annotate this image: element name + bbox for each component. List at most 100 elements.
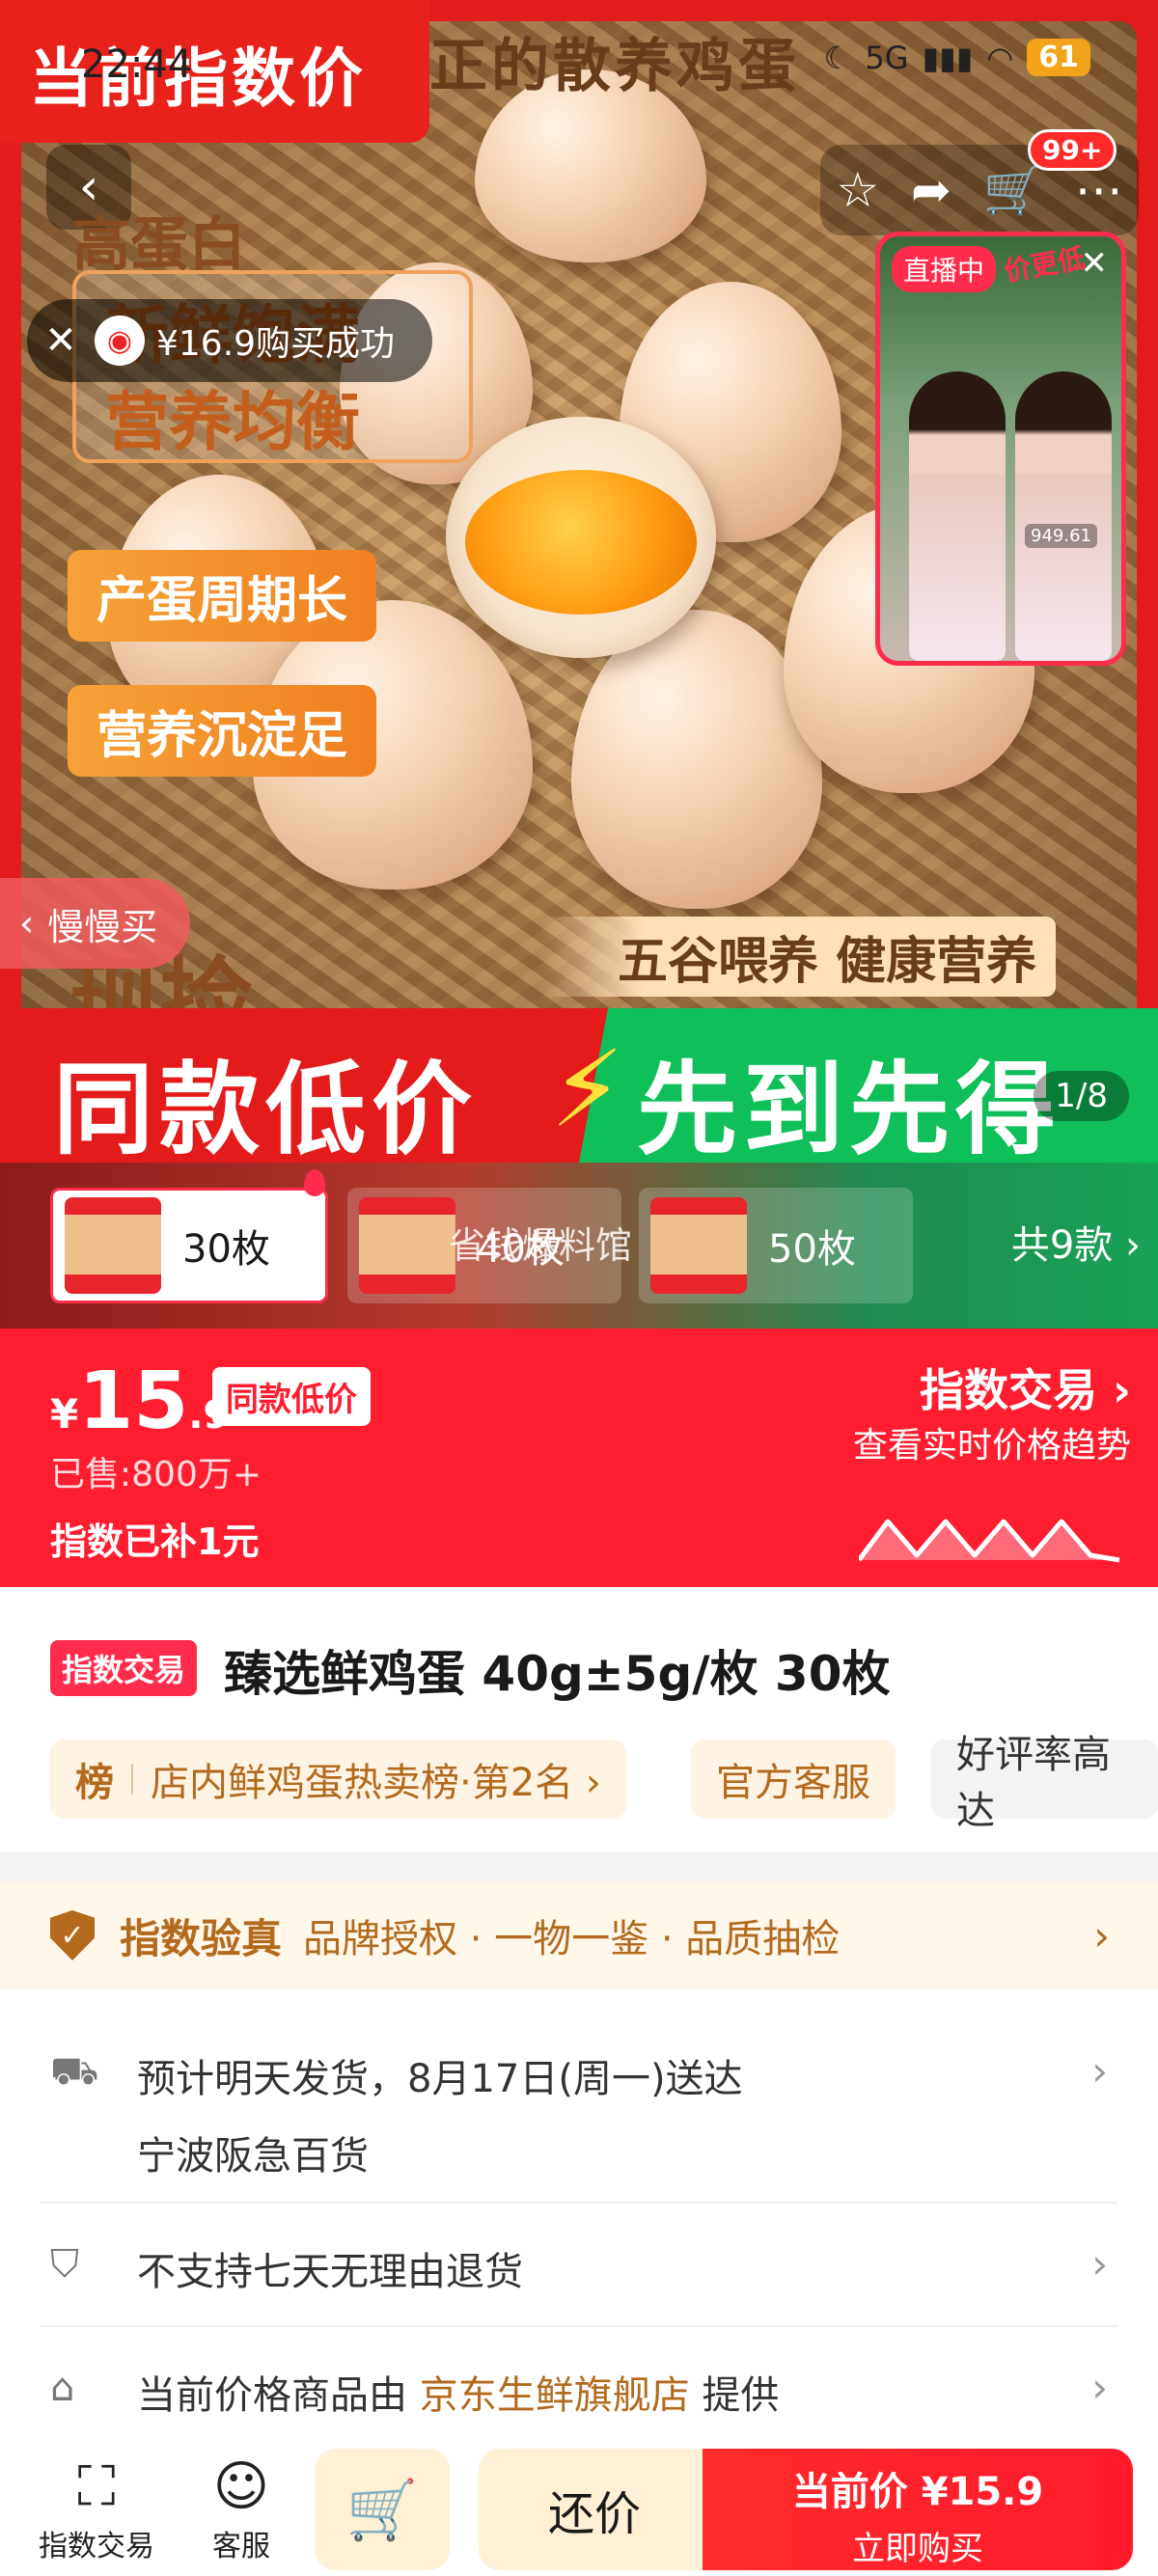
tab-index-trade[interactable]: ⛶ 指数交易 — [29, 2453, 164, 2564]
official-service-chip[interactable]: 官方客服 — [691, 1740, 896, 1819]
live-badge: 直播中 — [892, 246, 997, 292]
tag-high-protein: 高蛋白 — [72, 211, 246, 279]
index-trade-badge: 指数交易 — [50, 1640, 198, 1696]
moon-icon: ☾ — [823, 39, 852, 76]
provider-row[interactable]: ⌂ 当前价格商品由 京东生鲜旗舰店 提供 › — [41, 2327, 1117, 2443]
same-low-price-badge: 同款低价 — [212, 1367, 371, 1426]
rank-prefix: 榜 — [75, 1761, 114, 1805]
status-icons: ☾ 5G ▮▮▮ ◠ 61 — [824, 39, 1090, 76]
tag-balanced: 营养均衡 — [105, 385, 360, 459]
sku-more-button[interactable]: 共9款 › — [1011, 1214, 1141, 1270]
tab-label: 客服 — [212, 2530, 270, 2563]
pill-nutrition: 营养沉淀足 — [68, 685, 377, 777]
image-caption: 五谷喂养 健康营养 — [540, 917, 1057, 997]
sku-thumbnail — [359, 1197, 455, 1294]
slow-buy-button[interactable]: ‹ 慢慢买 — [0, 878, 191, 969]
ship-from: 宁波阪急百货 — [137, 2134, 369, 2179]
return-policy-row[interactable]: ⛉ 不支持七天无理由退货 › — [41, 2204, 1117, 2327]
subsidy-text: 指数已补1元 — [50, 1521, 260, 1563]
price-currency: ¥ — [50, 1390, 79, 1438]
verify-text: 品牌授权 · 一物一鉴 · 品质抽检 — [303, 1917, 841, 1961]
egg-yolk — [465, 470, 697, 615]
banner-title: 正的散养鸡蛋 — [429, 33, 800, 100]
buy-now-button[interactable]: 当前价 ¥15.9 立即购买 — [703, 2449, 1133, 2570]
index-trade-icon: ⛶ — [77, 2455, 116, 2518]
wifi-icon: ◠ — [986, 39, 1014, 76]
authenticity-bar[interactable]: ✓ 指数验真 品牌授权 · 一物一鉴 · 品质抽检 › — [0, 1881, 1158, 1989]
add-to-cart-button[interactable]: 🛒 — [315, 2449, 450, 2570]
top-tab-label: 当前指数价 — [29, 41, 367, 116]
sold-count: 已售:800万+ — [50, 1455, 262, 1494]
purchase-toast-text: ¥16.9购买成功 — [156, 324, 396, 364]
chevron-left-icon: ‹ — [19, 902, 35, 945]
live-stream-window[interactable]: 直播中 价更低 ✕ 949.61 — [875, 232, 1126, 666]
chevron-right-icon: › — [1091, 2240, 1108, 2288]
truck-icon: ⛟ — [50, 2049, 99, 2094]
tab-customer-service[interactable]: ☺ 客服 — [193, 2453, 290, 2564]
shield-check-icon: ✓ — [50, 1910, 95, 1960]
battery-level: 61 — [1027, 39, 1090, 76]
chevron-right-icon: › — [1093, 1911, 1110, 1959]
cart-icon[interactable]: 🛒 — [983, 162, 1043, 219]
chevron-right-icon: › — [1091, 2364, 1108, 2411]
image-page-indicator: 1/8 — [1034, 1071, 1129, 1121]
product-title-block: 指数交易 臻选鲜鸡蛋 40g±5g/枚 30枚 榜 店内鲜鸡蛋热卖榜·第2名 ›… — [0, 1587, 1158, 1852]
lightning-icon: ⚡ — [550, 1028, 625, 1151]
price-integer: 15 — [78, 1356, 189, 1447]
sku-option-50[interactable]: 50枚 — [639, 1188, 913, 1303]
provider-shop-link[interactable]: 京东生鲜旗舰店 — [420, 2373, 690, 2418]
rank-chip[interactable]: 榜 店内鲜鸡蛋热卖榜·第2名 › — [50, 1740, 626, 1819]
network-type: 5G — [865, 39, 909, 76]
tab-label: 指数交易 — [39, 2530, 154, 2563]
smile-icon: ☺ — [212, 2455, 270, 2518]
index-trade-link[interactable]: 指数交易 › — [920, 1356, 1131, 1419]
provider-text: 当前价格商品由 京东生鲜旗舰店 提供 — [137, 2364, 779, 2420]
store-icon: ⌂ — [50, 2366, 75, 2410]
buy-label: 立即购买 — [852, 2530, 983, 2568]
price-trend-link[interactable]: 查看实时价格趋势 — [853, 1417, 1131, 1467]
buy-price: 当前价 ¥15.9 — [791, 2470, 1044, 2514]
good-rating-chip[interactable]: 好评率高达 — [931, 1733, 1158, 1833]
share-icon[interactable]: ➦ — [911, 162, 951, 218]
current-price: ¥15.9 — [50, 1356, 230, 1447]
divider — [131, 1764, 133, 1795]
hot-indicator-icon — [304, 1169, 325, 1196]
product-hero[interactable]: 正的散养鸡蛋 当前指数价 22:44 ☾ 5G ▮▮▮ ◠ 61 ‹ ☆ ➦ 🛒… — [0, 0, 1158, 1008]
current-index-price-tab: 当前指数价 — [0, 0, 429, 143]
promo-strip: 同款低价 ⚡ 先到先得 — [0, 1008, 1158, 1163]
bargain-button[interactable]: 还价 — [479, 2449, 710, 2570]
sku-label: 30枚 — [182, 1227, 270, 1272]
promo-right-text: 先到先得 — [637, 1051, 1062, 1163]
close-icon[interactable]: ✕ — [27, 318, 95, 363]
host-figure — [909, 371, 1006, 661]
provider-prefix: 当前价格商品由 — [137, 2373, 407, 2418]
cart-count-badge: 99+ — [1028, 129, 1117, 171]
rank-text: 店内鲜鸡蛋热卖榜·第2名 › — [151, 1761, 601, 1805]
avatar: ◉ — [95, 315, 145, 366]
live-price: 949.61 — [1025, 524, 1097, 548]
shipping-row[interactable]: ⛟ 预计明天发货，8月17日(周一)送达 宁波阪急百货 › — [41, 1989, 1117, 2204]
return-policy: 不支持七天无理由退货 — [137, 2250, 523, 2294]
sku-label: 50枚 — [768, 1227, 856, 1272]
chevron-right-icon: › — [1091, 2047, 1108, 2095]
bottom-action-bar: ⛶ 指数交易 ☺ 客服 🛒 还价 当前价 ¥15.9 立即购买 — [0, 2443, 1158, 2576]
sku-thumbnail — [650, 1197, 747, 1294]
favorite-star-icon[interactable]: ☆ — [836, 162, 879, 218]
sku-thumbnail — [65, 1197, 161, 1294]
live-close-icon[interactable]: ✕ — [1081, 244, 1109, 283]
shield-icon: ⛉ — [50, 2242, 79, 2287]
provider-suffix: 提供 — [702, 2373, 780, 2418]
live-price-tag: 价更低 — [1002, 241, 1088, 288]
trend-wave-graphic — [859, 1519, 1120, 1563]
slow-buy-label: 慢慢买 — [47, 905, 158, 948]
signal-icon: ▮▮▮ — [922, 39, 974, 76]
verify-title: 指数验真 — [120, 1914, 283, 1962]
purchase-toast[interactable]: ✕ ◉ ¥16.9购买成功 — [27, 299, 432, 382]
pill-long-cycle: 产蛋周期长 — [68, 550, 377, 642]
sku-option-30[interactable]: 30枚 — [50, 1188, 328, 1303]
info-list: ⛟ 预计明天发货，8月17日(周一)送达 宁波阪急百货 › ⛉ 不支持七天无理由… — [0, 1989, 1158, 2443]
status-time: 22:44 — [81, 42, 193, 87]
price-block: ¥15.9 同款低价 已售:800万+ 指数已补1元 指数交易 › 查看实时价格… — [0, 1329, 1158, 1587]
cart-plus-icon: 🛒 — [345, 2476, 419, 2544]
shipping-estimate: 预计明天发货，8月17日(周一)送达 — [137, 2057, 743, 2101]
